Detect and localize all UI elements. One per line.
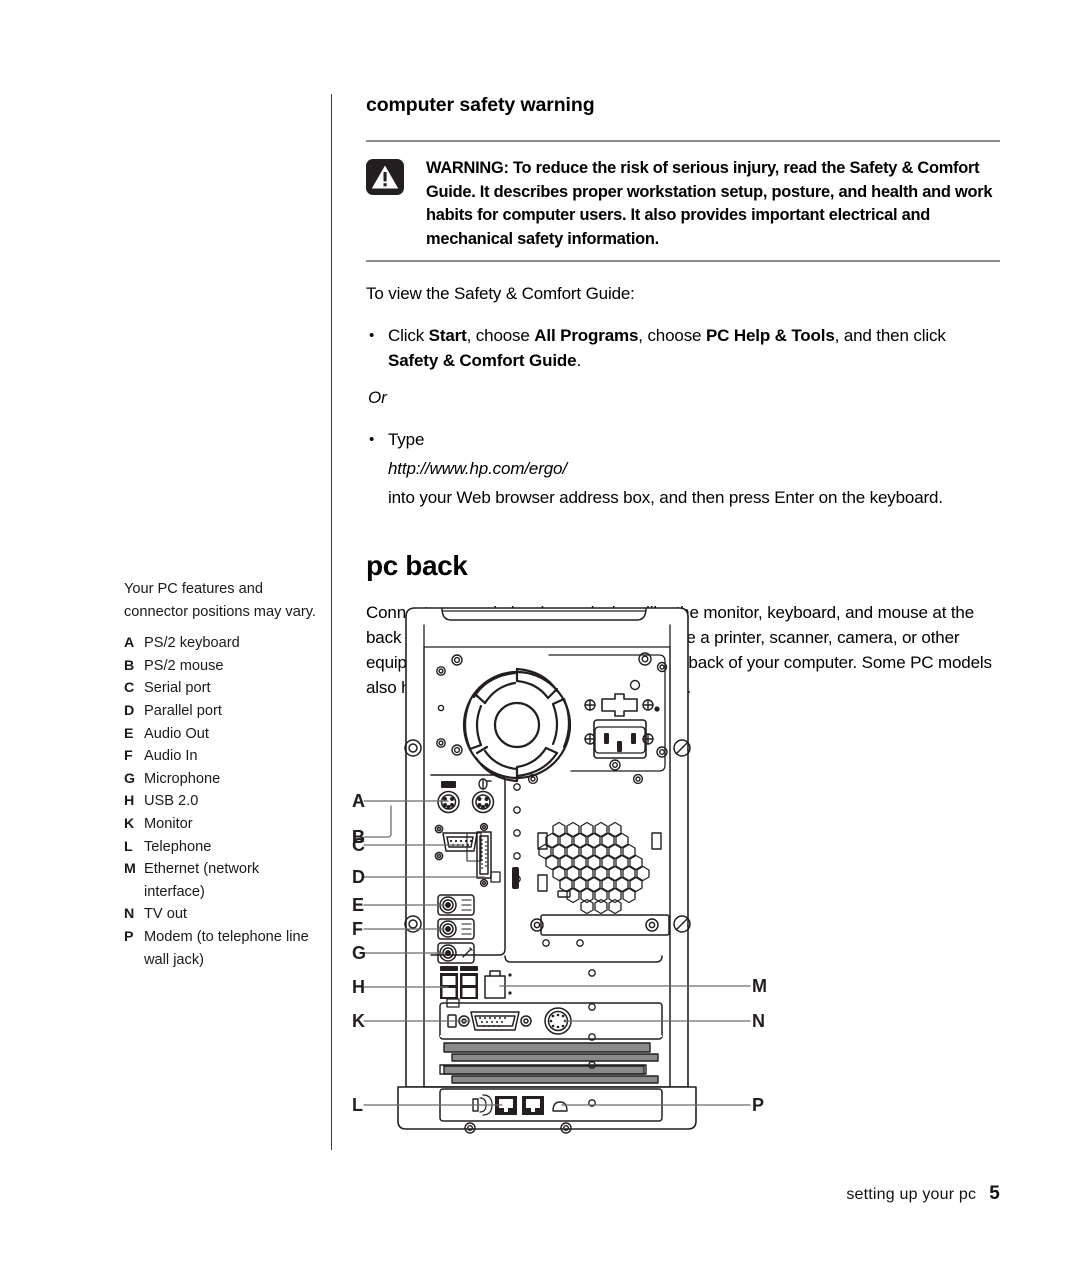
warning-text: WARNING: To reduce the risk of serious i… (426, 159, 993, 248)
bullet1-bold1: Start (428, 326, 467, 346)
bullet-text: Type http://www.hp.com/ergo/ into your W… (388, 427, 1000, 510)
legend-key: M (124, 861, 136, 878)
type-label: Type (388, 430, 425, 450)
legend-label: Monitor (144, 815, 193, 832)
bullet1-bold2: All Programs (534, 326, 639, 346)
or-separator-text: Or (368, 388, 387, 408)
list-item: B PS/2 mouse (124, 655, 320, 678)
legend-label: PS/2 mouse (144, 657, 224, 674)
list-item: L Telephone (124, 836, 320, 859)
legend-label: Ethernet (network interface) (144, 861, 260, 900)
legend-key: L (124, 838, 133, 855)
legend-label: Parallel port (144, 702, 222, 719)
legend-key: D (124, 702, 135, 719)
legend-key: B (124, 657, 135, 674)
legend-label: Telephone (144, 838, 212, 855)
page-title: computer safety warning (366, 94, 595, 116)
footer-label: setting up your pc (846, 1186, 977, 1203)
legend-label: PS/2 keyboard (144, 635, 240, 652)
bullet1-bold3: PC Help & Tools (705, 326, 835, 346)
ergo-url: http://www.hp.com/ergo/ (388, 459, 567, 479)
section-heading-pc-back: pc back (366, 550, 468, 582)
legend-key: E (124, 725, 134, 742)
callout-B: B (352, 827, 365, 847)
legend-key: C (124, 680, 135, 697)
list-item: E Audio Out (124, 723, 320, 746)
legend-label: Serial port (144, 680, 211, 697)
legend-label: Audio Out (144, 725, 209, 742)
legend-label: Audio In (144, 748, 198, 765)
bullet-item-start-menu: • Click Start, choose All Programs, choo… (366, 306, 1000, 373)
legend-key: H (124, 793, 135, 810)
list-item: P Modem (to telephone line wall jack) (124, 926, 320, 971)
legend-key: F (124, 748, 133, 765)
bullet1-part4: , and then click (834, 326, 946, 346)
legend-label: TV out (144, 906, 187, 923)
bullet1-part3: , choose (638, 326, 706, 346)
bullet1-part1: Click (388, 326, 429, 346)
bullet1-bold4: Safety & Comfort Guide (388, 351, 577, 371)
pc-back-panel-diagram: A B C A B C D E F G H K L M N P (352, 595, 767, 1140)
side-note-column: Your PC features and connector positions… (124, 578, 320, 971)
list-item: G Microphone (124, 768, 320, 791)
margin-divider-rule (331, 94, 332, 1150)
legend-key: K (124, 815, 135, 832)
url-instruction-text: into your Web browser address box, and t… (388, 488, 943, 508)
list-item: N TV out (124, 903, 320, 926)
bullet1-part5: . (576, 351, 582, 371)
page-footer: setting up your pc 5 (846, 1183, 1000, 1205)
bullet-dot-icon: • (369, 327, 375, 345)
side-note-intro: Your PC features and connector positions… (124, 581, 316, 620)
bullet-text: Click Start, choose All Programs, choose… (388, 323, 1000, 373)
bullet-item-type-url: • Type http://www.hp.com/ergo/ into your… (366, 410, 1000, 510)
bullet-dot-icon: • (369, 431, 375, 449)
connector-legend-list: A PS/2 keyboard B PS/2 mouse C Serial po… (124, 632, 320, 971)
safety-intro-text: To view the Safety & Comfort Guide: (366, 284, 635, 304)
legend-key: G (124, 770, 135, 787)
list-item: D Parallel port (124, 700, 320, 723)
list-item: F Audio In (124, 745, 320, 768)
warning-triangle-icon (366, 159, 404, 195)
legend-key: P (124, 928, 134, 945)
callout-A: A (352, 791, 365, 811)
legend-key: A (124, 635, 135, 652)
list-item: H USB 2.0 (124, 790, 320, 813)
warning-callout: WARNING: To reduce the risk of serious i… (366, 142, 1000, 251)
list-item: A PS/2 keyboard (124, 632, 320, 655)
bullet1-part2: , choose (466, 326, 535, 346)
list-item: M Ethernet (network interface) (124, 858, 320, 903)
legend-label: Microphone (144, 770, 221, 787)
legend-label: USB 2.0 (144, 793, 199, 810)
list-item: K Monitor (124, 813, 320, 836)
page-number: 5 (989, 1183, 1000, 1204)
legend-label: Modem (to telephone line wall jack) (144, 928, 309, 968)
legend-key: N (124, 906, 135, 923)
list-item: C Serial port (124, 677, 320, 700)
